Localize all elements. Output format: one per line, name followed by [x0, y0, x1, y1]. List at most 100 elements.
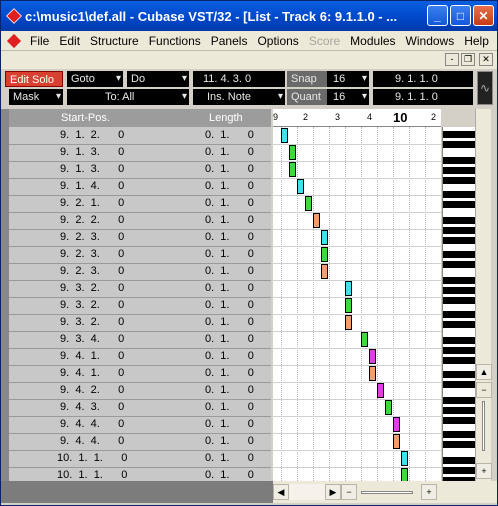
menu-panels[interactable]: Panels: [206, 34, 253, 48]
table-row[interactable]: 9. 4. 1. 0 0. 1. 0: [9, 365, 271, 383]
black-key[interactable]: [443, 297, 475, 304]
start-pos-header[interactable]: Start-Pos.: [61, 112, 110, 124]
title-bar[interactable]: c:\music1\def.all - Cubase VST/32 - [Lis…: [1, 1, 497, 31]
start-pos-cell[interactable]: 9. 2. 1. 0: [57, 197, 124, 209]
note-event[interactable]: [289, 162, 296, 177]
note-event[interactable]: [321, 247, 328, 262]
table-row[interactable]: 9. 2. 3. 0 0. 1. 0: [9, 263, 271, 281]
table-row[interactable]: 9. 2. 3. 0 0. 1. 0: [9, 229, 271, 247]
table-row[interactable]: 9. 1. 4. 0 0. 1. 0: [9, 178, 271, 196]
note-event[interactable]: [321, 230, 328, 245]
mdi-restore-button[interactable]: ❐: [461, 53, 475, 66]
table-row[interactable]: 9. 3. 2. 0 0. 1. 0: [9, 314, 271, 332]
black-key[interactable]: [443, 371, 475, 378]
black-key[interactable]: [443, 457, 475, 464]
black-key[interactable]: [443, 177, 475, 184]
note-event[interactable]: [313, 213, 320, 228]
length-cell[interactable]: 0. 1. 0: [205, 146, 254, 158]
menu-windows[interactable]: Windows: [401, 34, 460, 48]
length-cell[interactable]: 0. 1. 0: [205, 197, 254, 209]
menu-modules[interactable]: Modules: [345, 34, 400, 48]
length-cell[interactable]: 0. 1. 0: [205, 418, 254, 430]
note-event[interactable]: [297, 179, 304, 194]
black-key[interactable]: [443, 217, 475, 224]
start-pos-cell[interactable]: 9. 3. 2. 0: [57, 316, 124, 328]
table-row[interactable]: 9. 4. 2. 0 0. 1. 0: [9, 382, 271, 400]
length-cell[interactable]: 0. 1. 0: [205, 163, 254, 175]
note-event[interactable]: [393, 434, 400, 449]
start-pos-cell[interactable]: 9. 2. 3. 0: [57, 248, 124, 260]
black-key[interactable]: [443, 157, 475, 164]
start-pos-cell[interactable]: 9. 3. 4. 0: [57, 333, 124, 345]
note-event[interactable]: [345, 281, 352, 296]
length-cell[interactable]: 0. 1. 0: [205, 452, 254, 464]
black-key[interactable]: [443, 261, 475, 268]
edit-solo-button[interactable]: Edit Solo: [5, 71, 63, 87]
black-key[interactable]: [443, 227, 475, 234]
vertical-zoom-slider[interactable]: [482, 401, 485, 451]
wave-icon[interactable]: ∿: [477, 71, 493, 105]
do-dropdown[interactable]: Do ▾: [127, 71, 189, 87]
note-event[interactable]: [393, 417, 400, 432]
to-all-dropdown[interactable]: To: All ▾: [67, 89, 189, 105]
mdi-minimize-button[interactable]: -: [445, 53, 459, 66]
length-cell[interactable]: 0. 1. 0: [205, 129, 254, 141]
black-key[interactable]: [443, 441, 475, 448]
note-event[interactable]: [345, 298, 352, 313]
start-pos-cell[interactable]: 9. 4. 1. 0: [57, 367, 124, 379]
menu-edit[interactable]: Edit: [54, 34, 85, 48]
start-pos-cell[interactable]: 9. 1. 4. 0: [57, 180, 124, 192]
vertical-zoom-out-button[interactable]: −: [476, 382, 492, 398]
table-row[interactable]: 9. 2. 2. 0 0. 1. 0: [9, 212, 271, 230]
table-row[interactable]: 9. 2. 3. 0 0. 1. 0: [9, 246, 271, 264]
black-key[interactable]: [443, 321, 475, 328]
table-row[interactable]: 9. 1. 3. 0 0. 1. 0: [9, 144, 271, 162]
black-key[interactable]: [443, 277, 475, 284]
close-button[interactable]: ✕: [473, 5, 494, 26]
cubase-app-icon[interactable]: [6, 8, 22, 24]
length-cell[interactable]: 0. 1. 0: [205, 180, 254, 192]
start-pos-cell[interactable]: 9. 2. 3. 0: [57, 265, 124, 277]
start-pos-cell[interactable]: 9. 4. 4. 0: [57, 418, 124, 430]
note-event[interactable]: [377, 383, 384, 398]
table-row[interactable]: 9. 4. 1. 0 0. 1. 0: [9, 348, 271, 366]
note-event[interactable]: [369, 349, 376, 364]
zoom-out-button[interactable]: −: [341, 484, 357, 500]
table-row[interactable]: 9. 3. 2. 0 0. 1. 0: [9, 280, 271, 298]
mdi-close-button[interactable]: ✕: [479, 53, 493, 66]
note-grid[interactable]: [273, 127, 441, 481]
minimize-button[interactable]: _: [427, 5, 448, 26]
length-cell[interactable]: 0. 1. 0: [205, 384, 254, 396]
snap-position-field[interactable]: 9. 1. 1. 0: [373, 71, 473, 87]
table-row[interactable]: 9. 4. 4. 0 0. 1. 0: [9, 433, 271, 451]
zoom-in-button[interactable]: +: [421, 484, 437, 500]
black-key[interactable]: [443, 287, 475, 294]
length-cell[interactable]: 0. 1. 0: [205, 248, 254, 260]
table-row[interactable]: 9. 3. 4. 0 0. 1. 0: [9, 331, 271, 349]
table-row[interactable]: 9. 4. 3. 0 0. 1. 0: [9, 399, 271, 417]
menu-score[interactable]: Score: [304, 34, 345, 48]
black-key[interactable]: [443, 407, 475, 414]
length-cell[interactable]: 0. 1. 0: [205, 231, 254, 243]
quant-dropdown[interactable]: 16 ▾: [327, 89, 369, 105]
menu-help[interactable]: Help: [459, 34, 494, 48]
black-key[interactable]: [443, 417, 475, 424]
length-cell[interactable]: 0. 1. 0: [205, 333, 254, 345]
vertical-zoom-in-button[interactable]: +: [476, 463, 492, 479]
scroll-right-button[interactable]: ▶: [325, 484, 341, 500]
black-key[interactable]: [443, 167, 475, 174]
maximize-button[interactable]: □: [450, 5, 471, 26]
length-cell[interactable]: 0. 1. 0: [205, 367, 254, 379]
table-row[interactable]: 9. 2. 1. 0 0. 1. 0: [9, 195, 271, 213]
time-ruler[interactable]: 9 2 3 4 10 2: [273, 109, 441, 127]
goto-dropdown[interactable]: Goto ▾: [67, 71, 123, 87]
start-pos-cell[interactable]: 9. 4. 4. 0: [57, 435, 124, 447]
start-pos-cell[interactable]: 9. 1. 2. 0: [57, 129, 124, 141]
black-key[interactable]: [443, 467, 475, 474]
start-pos-cell[interactable]: 9. 4. 1. 0: [57, 350, 124, 362]
black-key[interactable]: [443, 131, 475, 138]
note-event[interactable]: [385, 400, 392, 415]
black-key[interactable]: [443, 431, 475, 438]
horizontal-zoom-slider[interactable]: [361, 491, 413, 494]
black-key[interactable]: [443, 381, 475, 388]
